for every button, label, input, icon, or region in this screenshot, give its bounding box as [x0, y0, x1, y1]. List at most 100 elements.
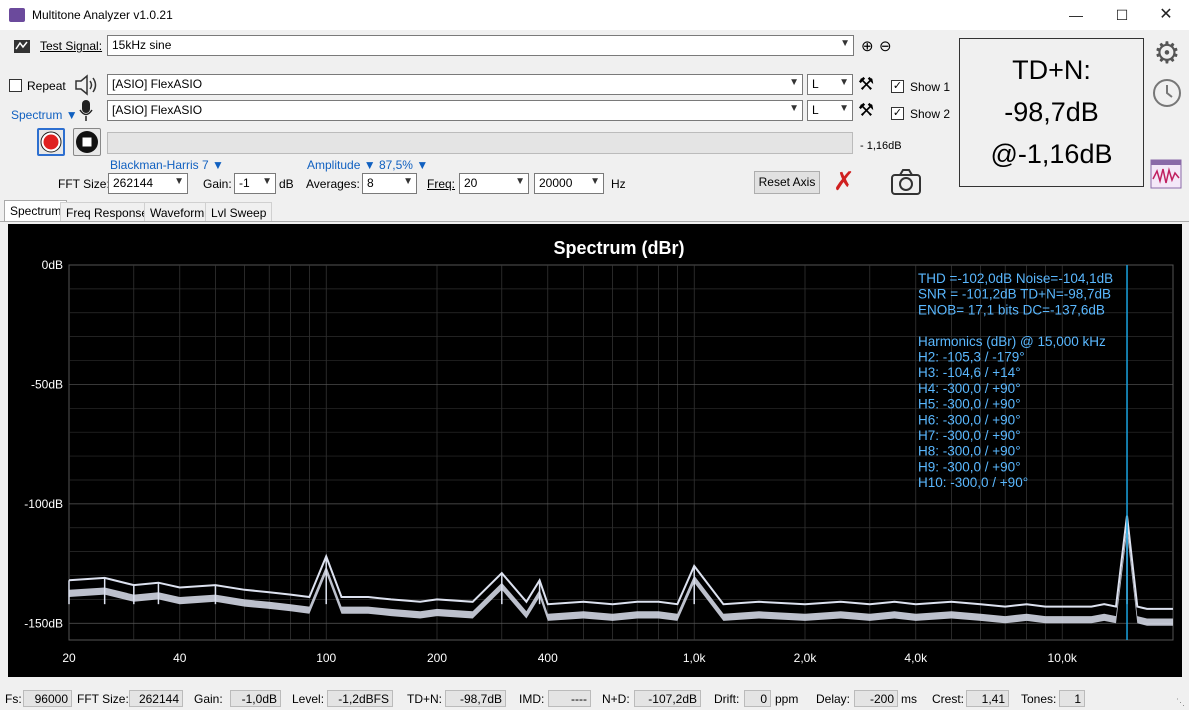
status-fft-value: 262144	[129, 690, 183, 707]
status-imd-label: IMD:	[519, 692, 545, 706]
status-fs-value: 96000	[23, 690, 72, 707]
measurement-annotation: H2: -105,3 / -179°	[918, 350, 1025, 365]
tab-freq-response[interactable]: Freq Response	[60, 202, 155, 222]
tab-spectrum[interactable]: Spectrum	[4, 200, 68, 222]
show2-checkbox[interactable]: ✓	[891, 107, 904, 120]
averages-select[interactable]: 8 ▼	[362, 173, 417, 194]
record-button[interactable]	[37, 128, 65, 156]
amplitude-dropdown[interactable]: Amplitude ▼ 87,5% ▼	[307, 158, 428, 172]
status-delay-unit: ms	[901, 692, 917, 706]
speaker-icon	[73, 73, 99, 97]
camera-icon[interactable]	[890, 168, 922, 196]
status-crest-label: Crest:	[932, 692, 965, 706]
overlap-label: 87,5%	[378, 158, 413, 172]
status-tones-value: 1	[1059, 690, 1085, 707]
averages-label: Averages:	[306, 177, 360, 191]
tab-lvl-sweep[interactable]: Lvl Sweep	[205, 202, 273, 222]
measurement-annotation: H9: -300,0 / +90°	[918, 459, 1021, 474]
status-imd-value: ----	[548, 690, 591, 707]
fft-size-select[interactable]: 262144 ▼	[108, 173, 188, 194]
fft-size-label: FFT Size:	[58, 177, 110, 191]
freq-from-select[interactable]: 20 ▼	[459, 173, 529, 194]
output-channel-select[interactable]: L ▼	[807, 74, 853, 95]
y-tick-label: 0dB	[42, 258, 63, 272]
measurement-annotation: H4: -300,0 / +90°	[918, 381, 1021, 396]
clear-x-icon[interactable]: ✗	[833, 168, 855, 194]
output-device-select[interactable]: [ASIO] FlexASIO ▼	[107, 74, 803, 95]
level-progress-bar	[107, 132, 853, 154]
reset-axis-button[interactable]: Reset Axis	[754, 171, 820, 194]
gain-select[interactable]: -1 ▼	[234, 173, 276, 194]
y-tick-label: -100dB	[24, 497, 63, 511]
input-device-select[interactable]: [ASIO] FlexASIO ▼	[107, 100, 803, 121]
measurement-annotation: Harmonics (dBr) @ 15,000 kHz	[918, 334, 1106, 349]
status-tones-label: Tones:	[1021, 692, 1057, 706]
freq-unit: Hz	[611, 177, 626, 191]
input-channel-select[interactable]: L ▼	[807, 100, 853, 121]
status-drift-unit: ppm	[775, 692, 799, 706]
maximize-button[interactable]: ☐	[1099, 0, 1145, 30]
chevron-down-icon: ▼	[789, 77, 799, 88]
input-settings-tools-icon[interactable]: ⚒	[858, 100, 874, 121]
chevron-down-icon: ▼	[403, 176, 413, 187]
measurement-annotation: H8: -300,0 / +90°	[918, 444, 1021, 459]
status-delay-value: -200	[854, 690, 898, 707]
status-fs-label: Fs:	[5, 692, 22, 706]
chart-title: Spectrum (dBr)	[553, 238, 684, 258]
x-tick-label: 200	[427, 651, 447, 665]
x-tick-label: 20	[62, 651, 76, 665]
x-tick-label: 2,0k	[794, 651, 818, 665]
gear-icon[interactable]: ⚙	[1151, 38, 1183, 70]
window-function-dropdown[interactable]: Blackman-Harris 7 ▼	[110, 158, 224, 172]
triangle-down-icon: ▼	[416, 158, 429, 172]
title-bar: Multitone Analyzer v1.0.21 — ☐ ✕	[0, 0, 1189, 30]
minimize-button[interactable]: —	[1053, 0, 1099, 30]
window-function-label: Blackman-Harris 7	[110, 158, 209, 172]
app-icon	[9, 8, 25, 22]
tab-divider	[0, 221, 1189, 222]
stop-button[interactable]	[73, 128, 101, 156]
tdn-summary-box: TD+N: -98,7dB @-1,16dB	[959, 38, 1144, 187]
repeat-checkbox[interactable]	[9, 79, 22, 92]
spectrum-chart: Spectrum (dBr) 0dB -50dB -100dB -150dB 20 40…	[24, 238, 1174, 665]
waveform-view-icon[interactable]	[1150, 159, 1182, 189]
waveform-generator-icon[interactable]	[13, 37, 33, 55]
output-channel-value: L	[812, 77, 819, 91]
show1-checkbox[interactable]: ✓	[891, 80, 904, 93]
clock-icon[interactable]	[1151, 77, 1183, 109]
spectrum-mode-label: Spectrum	[11, 108, 63, 122]
measurement-annotation: ENOB= 17,1 bits DC=-137,6dB	[918, 302, 1105, 317]
y-tick-label: -150dB	[24, 616, 63, 630]
status-nd-value: -107,2dB	[634, 690, 701, 707]
status-delay-label: Delay:	[816, 692, 851, 706]
chevron-down-icon: ▼	[590, 176, 600, 187]
test-signal-select[interactable]: 15kHz sine ▼	[107, 35, 854, 56]
measurement-annotation: H5: -300,0 / +90°	[918, 397, 1021, 412]
tab-waveform[interactable]: Waveform	[144, 202, 211, 222]
status-gain-value: -1,0dB	[230, 690, 281, 707]
status-tdn-value: -98,7dB	[445, 690, 506, 707]
input-channel-value: L	[812, 103, 819, 117]
measurement-annotation: H10: -300,0 / +90°	[918, 475, 1028, 490]
measurement-annotation: H6: -300,0 / +90°	[918, 412, 1021, 427]
resize-grip-icon[interactable]: ⋱	[1176, 697, 1185, 708]
remove-signal-icon[interactable]: ⊖	[879, 37, 892, 55]
spectrum-mode-dropdown[interactable]: Spectrum ▼	[11, 108, 78, 122]
test-signal-label[interactable]: Test Signal:	[40, 39, 102, 53]
amplitude-label: Amplitude	[307, 158, 361, 172]
chevron-down-icon: ▼	[839, 103, 849, 114]
measurement-annotation: SNR = -101,2dB TD+N=-98,7dB	[918, 287, 1111, 302]
measurement-annotation: H3: -104,6 / +14°	[918, 365, 1021, 380]
chevron-down-icon: ▼	[174, 176, 184, 187]
show2-label: Show 2	[910, 107, 951, 121]
x-tick-label: 400	[538, 651, 558, 665]
close-button[interactable]: ✕	[1143, 0, 1189, 30]
freq-to-select[interactable]: 20000 ▼	[534, 173, 604, 194]
summary-line1: TD+N:	[1012, 55, 1091, 85]
spectrum-plot-area[interactable]: Spectrum (dBr) 0dB -50dB -100dB -150dB 20 40…	[8, 224, 1182, 677]
status-level-label: Level:	[292, 692, 325, 706]
gain-value: -1	[239, 176, 250, 190]
output-settings-tools-icon[interactable]: ⚒	[858, 74, 874, 95]
add-signal-icon[interactable]: ⊕	[861, 37, 874, 55]
freq-label: Freq:	[427, 177, 456, 191]
